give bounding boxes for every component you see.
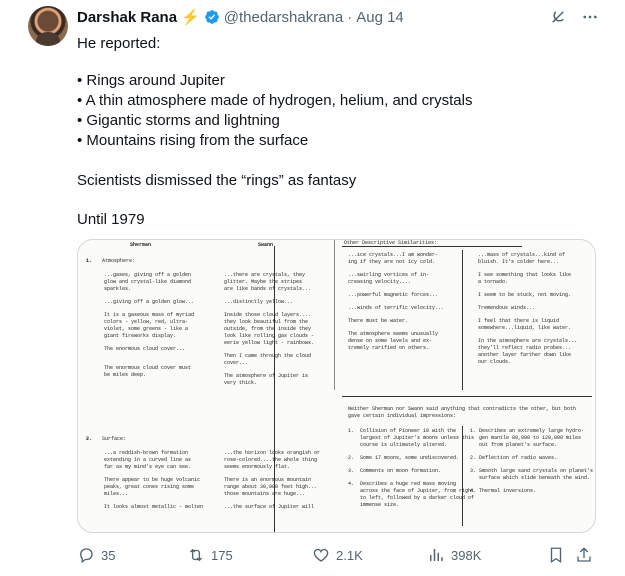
bullet-list: Rings around Jupiter A thin atmosphere m…	[77, 71, 473, 151]
tweet-image[interactable]: Sherman Swann 1. Atmosphere: 2. Surface:…	[77, 239, 596, 533]
doc-paragraph: The atmosphere seems unusually dense on …	[348, 331, 439, 351]
doc-paragraph: Inside those cloud layers.... they look …	[224, 312, 315, 346]
author-handle[interactable]: @thedarshakrana	[224, 9, 343, 26]
doc-paragraph: The enormous cloud cover must be miles d…	[104, 365, 192, 378]
section-title: Surface:	[102, 436, 127, 442]
document-text: ...a reddish-brown formation extending i…	[104, 450, 203, 517]
doc-paragraph: I feel that there is liquid somewhere...…	[478, 318, 572, 331]
like-count: 2.1K	[336, 547, 363, 563]
doc-paragraph: 4. Describes a huge red mass moving acro…	[348, 481, 475, 508]
tweet-paragraph: Scientists dismissed the “rings” as fant…	[77, 172, 357, 189]
grok-icon[interactable]	[549, 8, 567, 26]
like-icon	[313, 548, 329, 562]
tweet-intro: He reported:	[77, 35, 161, 52]
doc-paragraph: I see something that looks like a tornad…	[478, 272, 572, 285]
reply-button[interactable]: 35	[77, 543, 115, 567]
document-text: ...there are crystals, they glitter. May…	[224, 272, 314, 393]
doc-paragraph: ...mass of crystals...kind of bluish. It…	[478, 252, 566, 265]
doc-paragraph: There is an enormous mountain range abou…	[224, 477, 318, 497]
doc-paragraph: ...winds of terrific velocity...	[348, 305, 445, 311]
doc-paragraph: The enormous cloud cover...	[104, 346, 186, 352]
repost-button[interactable]: 175	[187, 543, 233, 567]
divider	[462, 250, 463, 390]
list-item: A thin atmosphere made of hydrogen, heli…	[77, 91, 473, 111]
retweet-icon	[189, 548, 203, 562]
section-title: Atmosphere:	[102, 258, 136, 264]
tweet-text: He reported:	[77, 34, 597, 54]
doc-paragraph: In the atmosphere are crystals... they'l…	[478, 338, 578, 365]
lightning-bolt-icon: ⚡	[181, 9, 200, 26]
doc-paragraph: Tremendous winds...	[478, 305, 536, 311]
bookmark-button[interactable]	[547, 543, 565, 567]
view-count: 398K	[451, 547, 482, 563]
document-text: ...mass of crystals...kind of bluish. It…	[478, 252, 577, 372]
column-header: Swann	[258, 242, 274, 248]
views-button[interactable]: 398K	[427, 543, 481, 567]
verified-badge-icon	[204, 10, 219, 24]
doc-paragraph: ...the horizon looks orangish or rose-co…	[224, 450, 321, 470]
list-item: Mountains rising from the surface	[77, 131, 472, 151]
doc-paragraph: ...ice crystals...I am wonder- ing if th…	[348, 252, 439, 265]
document-text: 1. Collision of Pioneer 10 with the larg…	[348, 428, 474, 515]
share-button[interactable]	[575, 543, 593, 567]
doc-summary: Neither Sherman nor Swann said anything …	[348, 406, 576, 426]
doc-header: Other Descriptive Similarities:	[344, 240, 438, 246]
doc-paragraph: ...a reddish-brown formation extending i…	[104, 450, 192, 470]
more-icon[interactable]	[581, 8, 599, 26]
page-edge	[334, 240, 335, 390]
section-number: 1.	[86, 258, 93, 264]
document-text: ...gases, giving off a golden glow and c…	[104, 272, 194, 385]
doc-paragraph: 4. Thermal inversions.	[470, 488, 537, 494]
list-item: Rings around Jupiter	[77, 71, 472, 91]
doc-paragraph: It is a gaseous mass of myriad colors - …	[104, 312, 195, 339]
reply-icon	[80, 548, 93, 564]
tweet-date[interactable]: Aug 14	[356, 9, 404, 26]
column-header: Sherman	[130, 242, 152, 248]
doc-paragraph: 2. Some 17 moons, some undiscovered.	[348, 455, 460, 461]
avatar[interactable]	[28, 6, 68, 46]
divider	[342, 396, 592, 397]
doc-paragraph: ...the surface of Jupiter will	[224, 504, 315, 510]
separator-dot: ·	[347, 8, 353, 26]
doc-paragraph: ...giving off a golden glow...	[104, 299, 195, 305]
doc-paragraph: Neither Sherman nor Swann said anything …	[348, 406, 577, 419]
doc-paragraph: 1. Describes an extremely large hydro- g…	[470, 428, 585, 448]
doc-paragraph: ...gases, giving off a golden glow and c…	[104, 272, 192, 292]
reply-count: 35	[101, 547, 116, 563]
top-actions	[549, 8, 599, 26]
section-number: 2.	[86, 436, 93, 442]
doc-paragraph: 1. Collision of Pioneer 10 with the larg…	[348, 428, 475, 448]
tweet-paragraph: Until 1979	[77, 211, 145, 228]
bookmark-icon	[550, 547, 562, 564]
author-name[interactable]: Darshak Rana	[77, 9, 177, 26]
like-button[interactable]: 2.1K	[312, 543, 363, 567]
doc-paragraph: Then I came through the cloud cover...	[224, 353, 312, 366]
doc-paragraph: ...there are crystals, they glitter. May…	[224, 272, 312, 292]
action-bar: 35 175 2.1K 398K	[77, 543, 597, 567]
doc-paragraph: 3. Comments on moon formation.	[348, 468, 442, 474]
doc-paragraph: There appear to be huge volcanic peaks, …	[104, 477, 201, 497]
list-item: Gigantic storms and lightning	[77, 111, 472, 131]
doc-paragraph: ...powerful magnetic forces...	[348, 292, 439, 298]
tweet-header: Darshak Rana ⚡ @thedarshakrana · Aug 14	[77, 6, 404, 28]
document-text: ...the horizon looks orangish or rose-co…	[224, 450, 320, 517]
doc-paragraph: It looks almost metallic - molten	[104, 504, 204, 510]
doc-paragraph: ...distinctly yellow...	[224, 299, 294, 305]
doc-paragraph: The atmosphere of Jupiter is very thick.	[224, 373, 309, 386]
doc-paragraph: There must be water.	[348, 318, 409, 324]
doc-paragraph: 3. Smooth large sand crystals on planet'…	[470, 468, 594, 481]
views-icon	[430, 549, 443, 561]
document-text: 1. Describes an extremely large hydro- g…	[470, 428, 593, 501]
share-icon	[577, 547, 591, 562]
doc-paragraph: I seem to be stuck, not moving.	[478, 292, 572, 298]
doc-paragraph: ...swirling vortices of in- creasing vel…	[348, 272, 430, 285]
document-text: ...ice crystals...I am wonder- ing if th…	[348, 252, 444, 358]
doc-paragraph: 2. Deflection of radio waves.	[470, 455, 558, 461]
repost-count: 175	[211, 547, 233, 563]
